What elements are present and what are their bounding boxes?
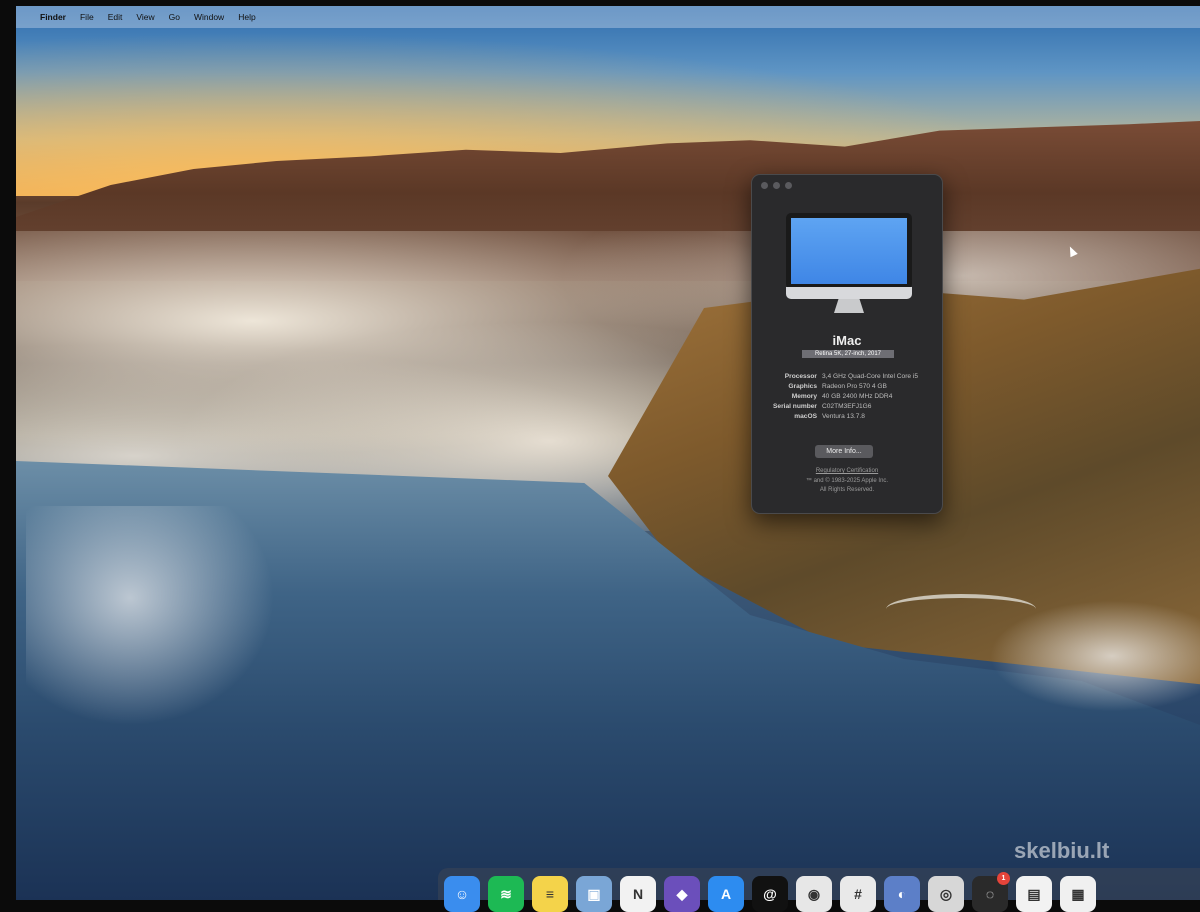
imac-icon <box>786 213 912 317</box>
menu-file[interactable]: File <box>80 12 94 22</box>
menu-view[interactable]: View <box>136 12 154 22</box>
spec-label: Processor <box>784 373 817 380</box>
menu-window[interactable]: Window <box>194 12 224 22</box>
slack-icon[interactable]: # <box>840 876 876 912</box>
spec-row-memory: Memory 40 GB 2400 MHz DDR4 <box>764 392 940 402</box>
minimize-button[interactable] <box>773 182 780 189</box>
watermark: skelbiu.lt <box>1014 838 1110 863</box>
menu-edit[interactable]: Edit <box>108 12 123 22</box>
notion-icon[interactable]: N <box>620 876 656 912</box>
zoom-button[interactable] <box>785 182 792 189</box>
wallpaper-fog <box>26 506 286 736</box>
spec-value[interactable]: Radeon Pro 570 4 GB <box>822 382 940 392</box>
activity-icon[interactable]: ◌ 1 <box>972 872 1010 912</box>
app-store-icon[interactable]: A <box>708 876 744 912</box>
spec-table: Processor 3,4 GHz Quad-Core Intel Core i… <box>764 372 940 422</box>
model-subtitle[interactable]: Retina 5K, 27-inch, 2017 <box>802 350 894 358</box>
photos-icon[interactable]: ▦ <box>1060 876 1096 912</box>
more-info-button[interactable]: More Info... <box>815 445 873 458</box>
imac-stand <box>834 299 864 313</box>
preview-icon[interactable]: ▣ <box>576 876 612 912</box>
menu-app-finder[interactable]: Finder <box>40 12 66 22</box>
chrome-icon[interactable]: ◉ <box>796 876 832 912</box>
spotify-icon[interactable]: ≋ <box>488 876 524 912</box>
imac-display <box>791 218 907 284</box>
spec-row-serial: Serial number C02TM3EFJ1G6 <box>764 402 940 412</box>
spec-row-graphics: Graphics Radeon Pro 570 4 GB <box>764 382 940 392</box>
spec-value[interactable]: 40 GB 2400 MHz DDR4 <box>822 392 940 402</box>
spec-value[interactable]: Ventura 13.7.8 <box>822 412 940 422</box>
spec-label: macOS <box>794 413 817 420</box>
disk-utility-icon[interactable]: ◎ <box>928 876 964 912</box>
spec-value[interactable]: C02TM3EFJ1G6 <box>822 402 940 412</box>
window-controls <box>761 182 792 189</box>
contacts-icon[interactable]: ◐ <box>884 876 920 912</box>
about-this-mac-window: iMac Retina 5K, 27-inch, 2017 Processor … <box>751 174 943 514</box>
desktop-wallpaper <box>16 6 1200 900</box>
menu-bar: Finder File Edit View Go Window Help <box>16 6 1200 28</box>
close-button[interactable] <box>761 182 768 189</box>
spec-value[interactable]: 3,4 GHz Quad-Core Intel Core i5 <box>822 372 940 382</box>
spec-row-macos: macOS Ventura 13.7.8 <box>764 412 940 422</box>
menu-go[interactable]: Go <box>169 12 180 22</box>
dock: ☺ ≋ ≡ ▣ N ◆ A @ ◉ # ◐ ◎ ◌ 1 ▤ ▦ <box>438 868 1200 912</box>
spec-label: Serial number <box>773 403 817 410</box>
notes-icon[interactable]: ≡ <box>532 876 568 912</box>
imac-screen <box>786 213 912 289</box>
threads-icon[interactable]: @ <box>752 876 788 912</box>
copyright-line: ™ and © 1983-2025 Apple Inc. <box>805 478 889 484</box>
spec-label: Graphics <box>788 383 817 390</box>
spec-label: Memory <box>791 393 817 400</box>
imac-chin <box>786 287 912 299</box>
copyright-text: ™ and © 1983-2025 Apple Inc. All Rights … <box>752 477 942 494</box>
spec-row-processor: Processor 3,4 GHz Quad-Core Intel Core i… <box>764 372 940 382</box>
wallpaper-bridge <box>886 594 1036 624</box>
model-name: iMac <box>832 333 862 348</box>
document-icon[interactable]: ▤ <box>1016 876 1052 912</box>
menu-help[interactable]: Help <box>238 12 255 22</box>
finder-icon[interactable]: ☺ <box>444 876 480 912</box>
notification-badge: 1 <box>997 872 1010 885</box>
obsidian-icon[interactable]: ◆ <box>664 876 700 912</box>
copyright-line: All Rights Reserved. <box>819 486 875 493</box>
regulatory-certification-link[interactable]: Regulatory Certification <box>752 468 942 474</box>
